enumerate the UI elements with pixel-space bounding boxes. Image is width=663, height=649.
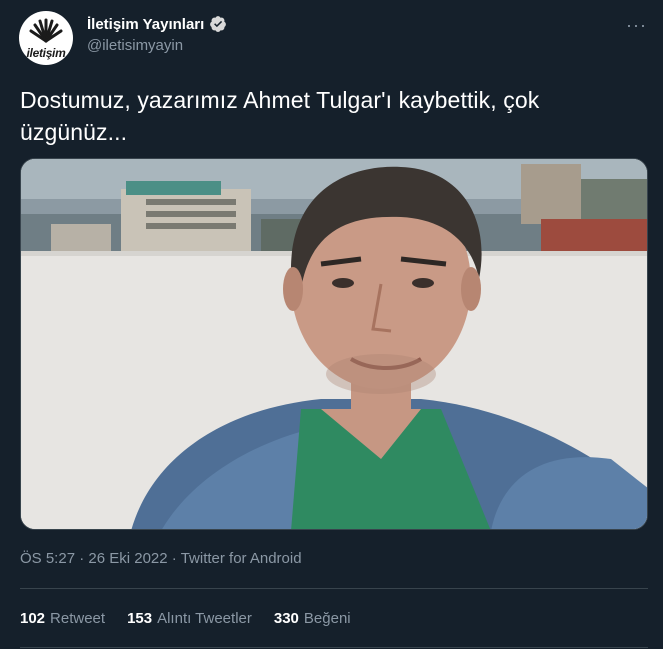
engagement-stats: 102 Retweet 153 Alıntı Tweetler 330 Beğe… bbox=[20, 610, 351, 627]
author-handle[interactable]: @iletisimyayin bbox=[87, 37, 227, 54]
display-name-row: İletişim Yayınları bbox=[87, 14, 227, 34]
divider bbox=[20, 647, 648, 648]
meta-separator: · bbox=[167, 550, 181, 567]
tweet-card: iletişim İletişim Yayınları @iletisimyay… bbox=[0, 0, 663, 649]
retweets-count: 102 bbox=[20, 610, 46, 627]
portrait-photo-icon bbox=[21, 159, 647, 529]
avatar-logo-text: iletişim bbox=[26, 46, 66, 60]
divider bbox=[20, 588, 648, 589]
tweet-photo[interactable] bbox=[20, 158, 648, 530]
author-info: İletişim Yayınları @iletisimyayin bbox=[87, 14, 227, 54]
tweet-source[interactable]: Twitter for Android bbox=[181, 550, 302, 567]
retweets-stat[interactable]: 102 Retweet bbox=[20, 610, 105, 627]
likes-stat[interactable]: 330 Beğeni bbox=[274, 610, 351, 627]
author-avatar[interactable]: iletişim bbox=[19, 11, 73, 65]
quotes-count: 153 bbox=[127, 610, 153, 627]
meta-separator: · bbox=[75, 550, 89, 567]
tweet-meta: ÖS 5:27 · 26 Eki 2022 · Twitter for Andr… bbox=[20, 550, 302, 567]
display-name[interactable]: İletişim Yayınları bbox=[87, 16, 204, 33]
likes-label: Beğeni bbox=[303, 610, 351, 627]
tweet-date[interactable]: 26 Eki 2022 bbox=[88, 550, 167, 567]
likes-count: 330 bbox=[273, 610, 299, 627]
tweet-time[interactable]: ÖS 5:27 bbox=[20, 550, 75, 567]
more-options-icon[interactable]: ··· bbox=[626, 16, 647, 34]
tweet-text: Dostumuz, yazarımız Ahmet Tulgar'ı kaybe… bbox=[20, 87, 540, 145]
quotes-stat[interactable]: 153 Alıntı Tweetler bbox=[127, 610, 252, 627]
verified-badge-icon bbox=[210, 16, 227, 32]
quotes-label: Alıntı Tweetler bbox=[157, 610, 252, 627]
retweets-label: Retweet bbox=[50, 610, 106, 627]
